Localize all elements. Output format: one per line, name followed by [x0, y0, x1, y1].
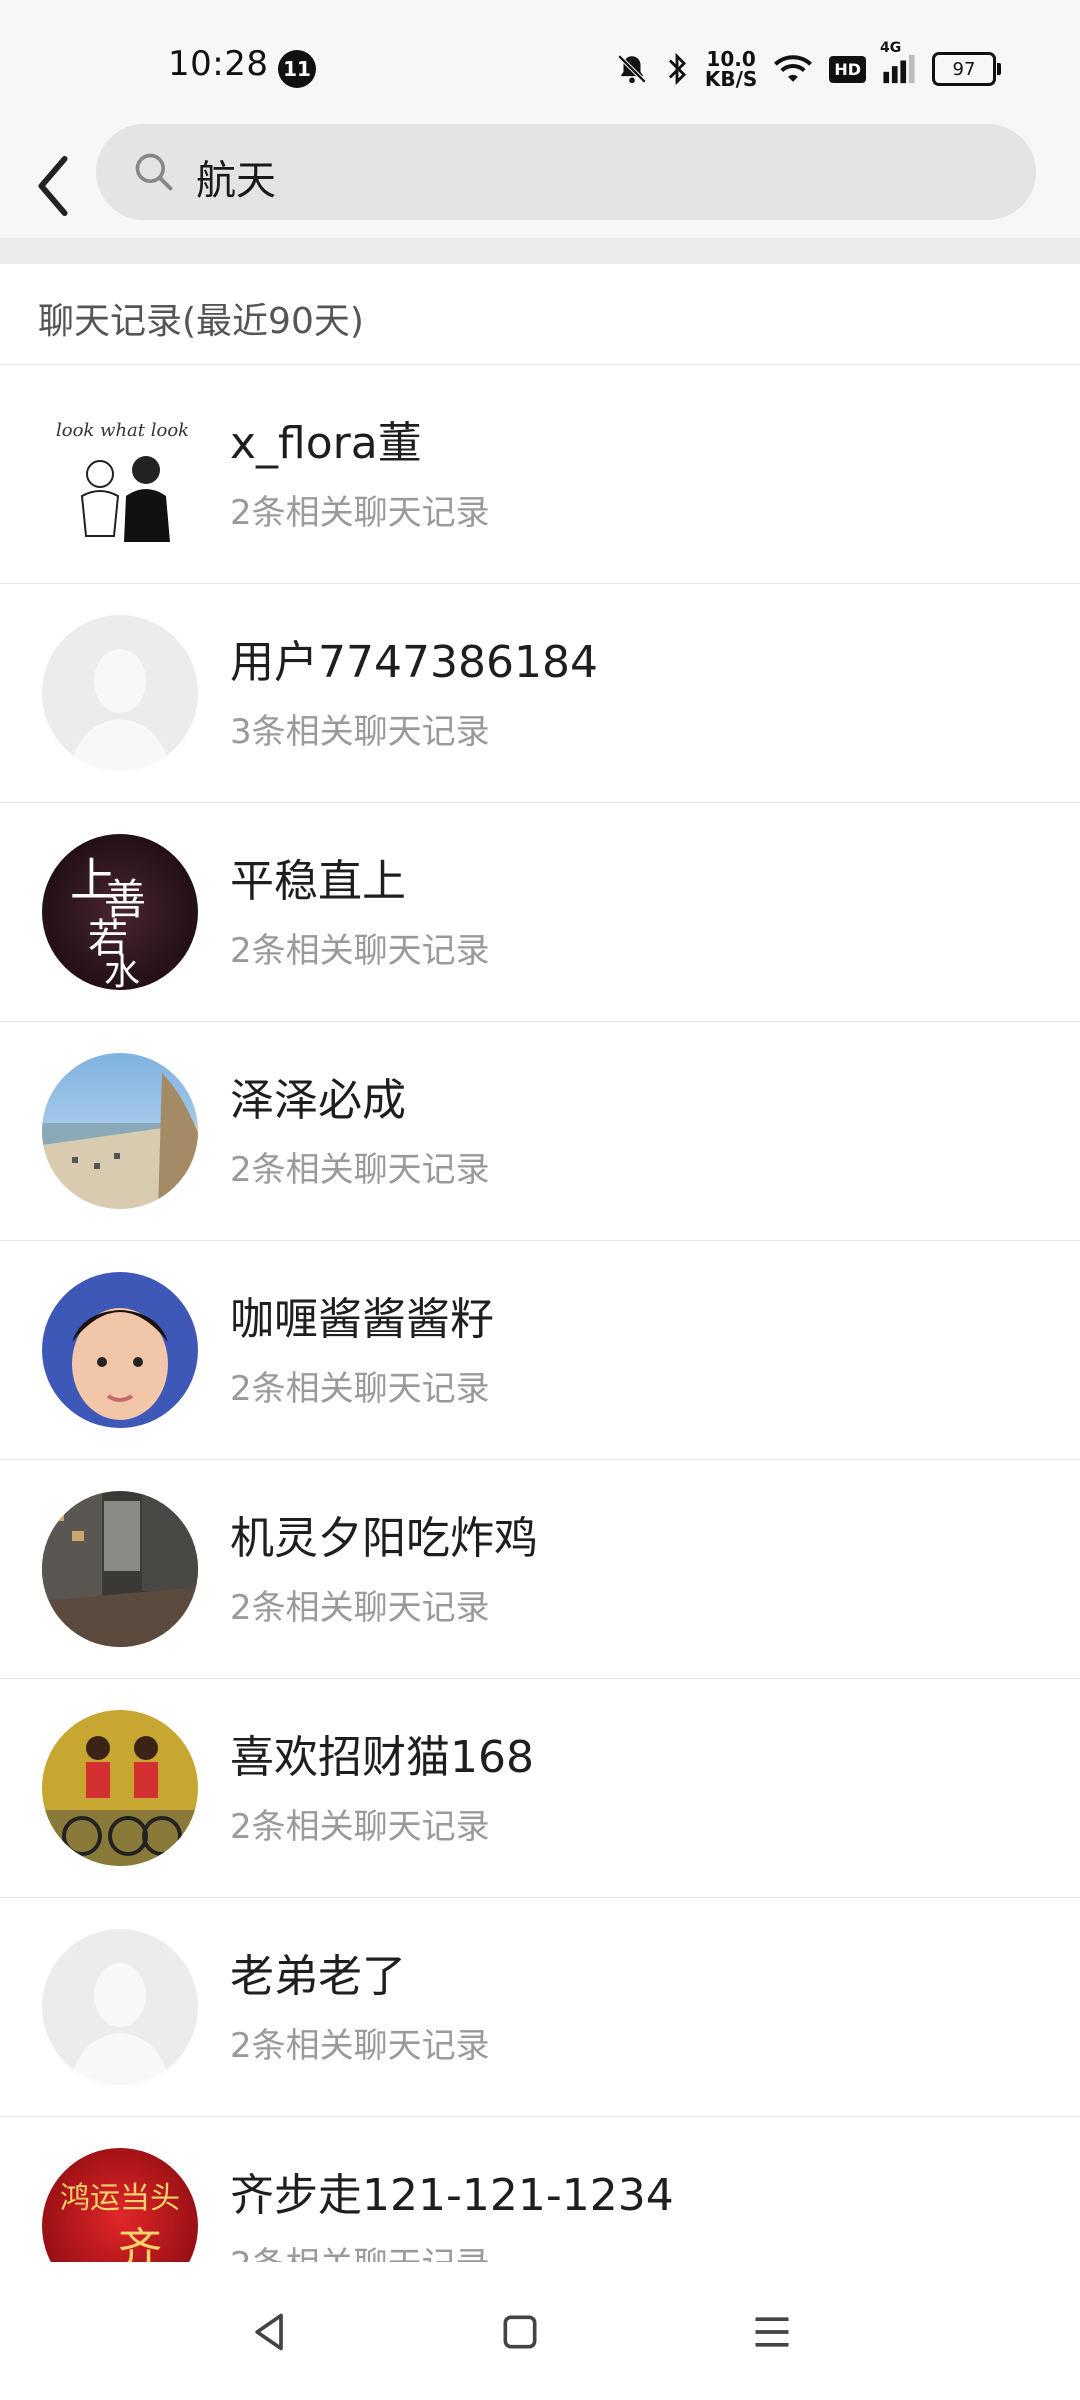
network-speed-unit: KB/S: [704, 67, 758, 91]
list-item[interactable]: 喜欢招财猫168 2条相关聊天记录: [0, 1679, 1080, 1898]
default-avatar: [42, 1929, 198, 2085]
sketch-avatar: look what look: [42, 396, 198, 552]
hd-badge: HD: [829, 55, 866, 83]
cyclists-avatar: [42, 1710, 198, 1866]
contact-name: x_flora董: [230, 418, 422, 469]
status-time: 10:28: [168, 44, 269, 84]
default-avatar: [42, 615, 198, 771]
match-count: 2条相关聊天记录: [230, 493, 490, 533]
contact-name: 平稳直上: [230, 856, 406, 907]
contact-name: 用户7747386184: [230, 637, 598, 688]
network-speed: 10.0 KB/S: [705, 49, 757, 89]
child-photo-avatar: [42, 1272, 198, 1428]
search-input[interactable]: 航天: [96, 124, 1036, 220]
street-photo-avatar: [42, 1491, 198, 1647]
match-count: 2条相关聊天记录: [230, 1588, 490, 1628]
bluetooth-icon: [665, 52, 689, 86]
contact-name: 咖喱酱酱酱籽: [230, 1294, 494, 1345]
wifi-icon: [773, 53, 813, 85]
list-item[interactable]: 老弟老了 2条相关聊天记录: [0, 1898, 1080, 2117]
search-query[interactable]: 航天: [196, 148, 276, 206]
signal-icon: 4G: [880, 40, 916, 84]
section-header: 聊天记录(最近90天): [0, 264, 1080, 365]
match-count: 2条相关聊天记录: [230, 1369, 490, 1409]
result-list: look what look x_flora董 2条相关聊天记录 用户77473…: [0, 365, 1080, 2336]
match-count: 2条相关聊天记录: [230, 2026, 490, 2066]
triangle-back-icon: [255, 2313, 283, 2351]
status-icons: 10.0 KB/S HD 4G 97: [615, 40, 1001, 94]
match-count: 2条相关聊天记录: [230, 931, 490, 971]
notification-count-badge: 11: [278, 50, 316, 88]
svg-text:水: 水: [104, 952, 140, 990]
network-speed-value: 10.0: [706, 47, 756, 71]
list-item[interactable]: look what look x_flora董 2条相关聊天记录: [0, 365, 1080, 584]
list-item[interactable]: 用户7747386184 3条相关聊天记录: [0, 584, 1080, 803]
divider: [0, 238, 1080, 264]
list-item[interactable]: 咖喱酱酱酱籽 2条相关聊天记录: [0, 1241, 1080, 1460]
menu-lines-icon: [755, 2317, 789, 2347]
match-count: 2条相关聊天记录: [230, 1150, 490, 1190]
status-bar: 10:28 11 10.0 KB/S HD 4G 97: [0, 0, 1080, 120]
svg-text:鸿运当头: 鸿运当头: [60, 2181, 180, 2216]
svg-text:look what look: look what look: [56, 420, 189, 441]
battery-indicator: 97: [932, 52, 1001, 86]
network-type: 4G: [880, 40, 902, 56]
match-count: 2条相关聊天记录: [230, 1807, 490, 1847]
search-header: 航天: [0, 120, 1080, 238]
search-icon: [132, 150, 176, 198]
contact-name: 喜欢招财猫168: [230, 1732, 534, 1783]
beach-avatar: [42, 1053, 198, 1209]
contact-name: 机灵夕阳吃炸鸡: [230, 1513, 538, 1564]
list-item[interactable]: 机灵夕阳吃炸鸡 2条相关聊天记录: [0, 1460, 1080, 1679]
system-nav-bar: [0, 2262, 1080, 2400]
chevron-left-icon: [38, 155, 68, 217]
muted-bell-icon: [615, 52, 649, 86]
list-item[interactable]: 泽泽必成 2条相关聊天记录: [0, 1022, 1080, 1241]
back-button[interactable]: [18, 136, 88, 236]
contact-name: 老弟老了: [230, 1951, 406, 2002]
nav-home-button[interactable]: [490, 2302, 550, 2362]
contact-name: 齐步走121-121-1234: [230, 2170, 674, 2221]
contact-name: 泽泽必成: [230, 1075, 406, 1126]
calligraphy-avatar: 上 善 若 水: [42, 834, 198, 990]
square-home-icon: [503, 2315, 537, 2349]
nav-recents-button[interactable]: [742, 2302, 802, 2362]
match-count: 3条相关聊天记录: [230, 712, 490, 752]
section-title: 聊天记录(最近90天): [38, 301, 364, 342]
nav-back-button[interactable]: [240, 2302, 300, 2362]
list-item[interactable]: 上 善 若 水 平稳直上 2条相关聊天记录: [0, 803, 1080, 1022]
